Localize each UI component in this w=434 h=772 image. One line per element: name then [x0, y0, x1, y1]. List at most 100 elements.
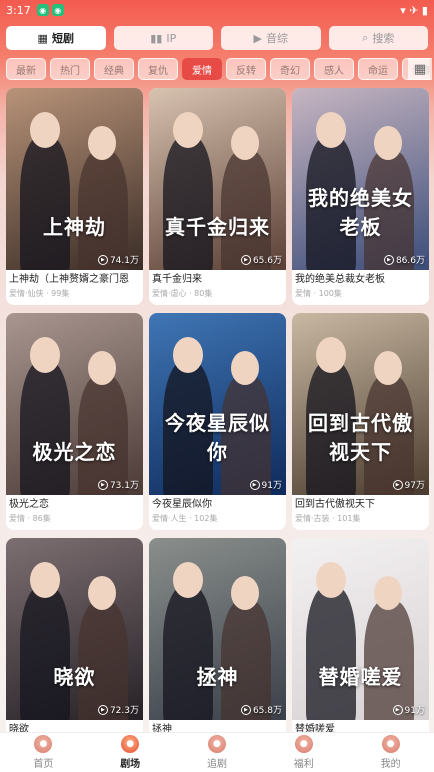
- drama-card[interactable]: 回到古代傲视天下 ▶ 97万回到古代傲视天下 爱情·古装 · 101集: [292, 313, 429, 530]
- drama-card[interactable]: 真千金归来 ▶ 65.6万真千金归来爱情·虐心 · 80集: [149, 88, 286, 305]
- view-count: ▶ 91万: [392, 703, 425, 716]
- drama-card[interactable]: 拯神 ▶ 65.8万 拯神: [149, 538, 286, 755]
- poster-title: 回到古代傲视天下: [308, 411, 413, 464]
- drama-card[interactable]: 今夜星辰似你 ▶ 91万 今夜星辰似你 爱情·人生 · 102集: [149, 313, 286, 530]
- drama-meta: 爱情·虐心 · 80集: [152, 289, 213, 298]
- view-count-text: 74.1万: [109, 256, 139, 266]
- play-icon: ▶: [392, 704, 403, 715]
- status-icons: ▾ ✈ ▮: [400, 3, 428, 17]
- poster-figure: [78, 600, 128, 720]
- category-filter-icon[interactable]: ▦: [408, 58, 432, 80]
- drama-title[interactable]: 我的绝美总裁女老板: [295, 273, 426, 286]
- drama-card[interactable]: 晓欲 ▶ 72.3万 晓欲: [6, 538, 143, 755]
- poster-title: 替婚嗟爱: [318, 665, 403, 689]
- poster-figure: [20, 136, 70, 270]
- poster-face: [88, 126, 116, 160]
- poster-face: [231, 576, 259, 610]
- drama-title[interactable]: 极光之恋: [9, 498, 140, 511]
- drama-poster[interactable]: 真千金归来 ▶ 65.6万: [149, 88, 286, 270]
- category-chip[interactable]: 反转: [226, 58, 266, 80]
- category-chip[interactable]: 热门: [50, 58, 90, 80]
- poster-face: [316, 337, 346, 373]
- nav-rewards[interactable]: ● 福利: [260, 733, 347, 772]
- view-count: ▶ 73.1万: [97, 478, 139, 491]
- poster-face: [88, 351, 116, 385]
- poster-face: [173, 112, 203, 148]
- poster-title: 晓欲: [53, 665, 96, 689]
- drama-poster[interactable]: 晓欲 ▶ 72.3万: [6, 538, 143, 720]
- drama-poster[interactable]: 上神劫 ▶ 74.1万: [6, 88, 143, 270]
- category-chip[interactable]: 复仇: [138, 58, 178, 80]
- drama-poster[interactable]: 今夜星辰似你 ▶ 91万: [149, 313, 286, 495]
- drama-poster[interactable]: 拯神 ▶ 65.8万: [149, 538, 286, 720]
- tab-label: 音综: [265, 32, 288, 45]
- nav-following[interactable]: ● 追剧: [174, 733, 261, 772]
- tab-variety[interactable]: ▶ 音综: [221, 26, 321, 50]
- status-time: 3:17: [6, 3, 31, 17]
- poster-figure: [221, 600, 271, 720]
- view-count: ▶ 97万: [392, 478, 425, 491]
- nav-label: 剧场: [120, 759, 141, 770]
- drama-title[interactable]: 回到古代傲视天下: [295, 498, 426, 511]
- nav-home[interactable]: ● 首页: [0, 733, 87, 772]
- drama-title[interactable]: 真千金归来: [152, 273, 283, 286]
- profile-icon: ●: [381, 735, 400, 753]
- play-icon: ▶: [253, 31, 262, 45]
- tab-ip[interactable]: ▮▮ IP: [113, 26, 213, 50]
- drama-title[interactable]: 今夜星辰似你: [152, 498, 283, 511]
- drama-grid: 上神劫 ▶ 74.1万 上神劫（上神赘婿之豪门恩 爱情·仙侠 · 99集 真千金归来 ▶ 65…: [6, 88, 430, 755]
- search-button[interactable]: ⌕ 搜索: [328, 26, 428, 50]
- drama-card[interactable]: 替婚嗟爱 ▶ 91万 替婚嗟爱: [292, 538, 429, 755]
- poster-figure: [163, 586, 213, 720]
- drama-poster[interactable]: 回到古代傲视天下 ▶ 97万: [292, 313, 429, 495]
- poster-face: [316, 112, 346, 148]
- play-icon: ▶: [97, 479, 108, 490]
- drama-card[interactable]: 上神劫 ▶ 74.1万上神劫（上神赘婿之豪门恩爱情·仙侠 · 99集: [6, 88, 143, 305]
- drama-title[interactable]: 上神劫（上神赘婿之豪门恩: [9, 273, 140, 286]
- drama-poster[interactable]: 替婚嗟爱 ▶ 91万: [292, 538, 429, 720]
- drama-info: 今夜星辰似你 爱情·人生 · 102集: [149, 495, 286, 527]
- drama-poster[interactable]: 极光之恋 ▶ 73.1万: [6, 313, 143, 495]
- category-chip[interactable]: 奇幻: [270, 58, 310, 80]
- drama-meta: 爱情·仙侠 · 99集: [9, 289, 70, 298]
- nav-label: 福利: [293, 759, 314, 770]
- play-icon: ▶: [97, 704, 108, 715]
- poster-figure: [20, 586, 70, 720]
- poster-figure: [306, 586, 356, 720]
- bottom-nav: ● 首页 ● 剧场 ● 追剧 ● 福利 ● 我的: [0, 732, 434, 772]
- view-count-text: 73.1万: [109, 481, 139, 491]
- category-bar: 最新 热门 经典 复仇 爱情 反转 奇幻 感人 命运 偶像: [6, 58, 430, 80]
- drama-card[interactable]: 我的绝美女老板 ▶ 86.6万 我的绝美总裁女老板 爱情 · 100集: [292, 88, 429, 305]
- drama-poster[interactable]: 我的绝美女老板 ▶ 86.6万: [292, 88, 429, 270]
- nav-theater[interactable]: ● 剧场: [87, 733, 174, 772]
- poster-title: 极光之恋: [32, 440, 117, 464]
- category-chip[interactable]: 经典: [94, 58, 134, 80]
- wechat-icon: ◉: [51, 4, 64, 16]
- drama-card[interactable]: 极光之恋 ▶ 73.1万 极光之恋 爱情 · 86集: [6, 313, 143, 530]
- drama-info: 回到古代傲视天下 爱情·古装 · 101集: [292, 495, 429, 527]
- nav-label: 首页: [33, 759, 54, 770]
- category-chip[interactable]: 感人: [314, 58, 354, 80]
- nav-label: 我的: [380, 759, 401, 770]
- home-icon: ●: [34, 735, 53, 753]
- poster-face: [231, 351, 259, 385]
- tab-short-drama[interactable]: ▦ 短剧: [6, 26, 106, 50]
- poster-figure: [163, 136, 213, 270]
- tab-label: IP: [166, 31, 177, 45]
- poster-face: [173, 337, 203, 373]
- category-chip-active[interactable]: 爱情: [182, 58, 222, 80]
- poster-face: [374, 126, 402, 160]
- nav-profile[interactable]: ● 我的: [347, 733, 434, 772]
- poster-figure: [20, 361, 70, 495]
- category-chip[interactable]: 最新: [6, 58, 46, 80]
- view-count-text: 86.6万: [395, 256, 425, 266]
- poster-title: 上神劫: [43, 215, 106, 239]
- poster-figure: [78, 375, 128, 495]
- category-chip[interactable]: 命运: [358, 58, 398, 80]
- view-count-text: 91万: [261, 481, 282, 491]
- tab-label: 短剧: [51, 32, 74, 45]
- play-icon: ▶: [97, 254, 108, 265]
- bookmark-icon: ●: [207, 735, 226, 753]
- view-count: ▶ 86.6万: [383, 253, 425, 266]
- top-tab-bar: ▦ 短剧 ▮▮ IP ▶ 音综 ⌕ 搜索: [6, 26, 428, 50]
